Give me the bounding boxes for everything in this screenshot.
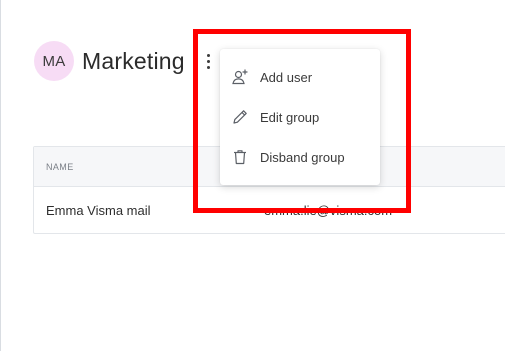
menu-item-add-user[interactable]: Add user <box>220 57 380 97</box>
group-avatar: MA <box>34 41 74 81</box>
menu-item-disband-group[interactable]: Disband group <box>220 137 380 177</box>
menu-item-label: Add user <box>260 69 313 85</box>
pencil-icon <box>231 108 249 126</box>
menu-item-label: Disband group <box>260 149 345 165</box>
kebab-dot <box>206 53 210 57</box>
add-user-icon <box>231 68 249 86</box>
trash-icon <box>231 148 249 166</box>
column-header-name[interactable]: NAME <box>46 162 74 172</box>
page: MA Marketing NAME Emma Visma mail emma.l… <box>0 0 505 351</box>
kebab-dot <box>206 65 210 69</box>
kebab-dot <box>206 59 210 63</box>
group-header: MA Marketing <box>34 41 185 81</box>
more-vertical-icon[interactable] <box>198 50 218 72</box>
member-email: emma.lie@visma.com <box>264 203 393 218</box>
member-name: Emma Visma mail <box>46 203 151 218</box>
group-actions-menu: Add user Edit group Disband group <box>220 49 380 185</box>
menu-item-label: Edit group <box>260 109 320 125</box>
table-row[interactable]: Emma Visma mail emma.lie@visma.com <box>34 187 505 233</box>
group-title: Marketing <box>82 47 185 74</box>
left-border <box>0 0 1 351</box>
menu-item-edit-group[interactable]: Edit group <box>220 97 380 137</box>
